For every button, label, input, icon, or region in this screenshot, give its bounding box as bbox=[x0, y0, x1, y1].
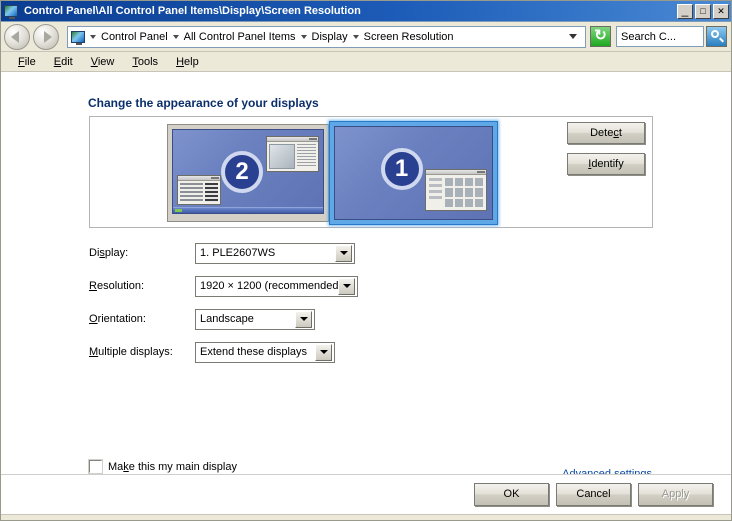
monitor-1-screen: 1 bbox=[334, 126, 493, 220]
breadcrumb-bar[interactable]: Control Panel All Control Panel Items Di… bbox=[67, 25, 586, 48]
monitor-1[interactable]: 1 bbox=[329, 121, 498, 225]
menu-file[interactable]: File bbox=[9, 54, 45, 70]
breadcrumb-item-screen-resolution[interactable]: Screen Resolution bbox=[362, 31, 456, 43]
apply-button[interactable]: Apply bbox=[638, 483, 713, 506]
menu-help-label: elp bbox=[184, 55, 199, 68]
resolution-label: Resolution: bbox=[89, 280, 145, 292]
row-resolution: Resolution: 1920 × 1200 (recommended) bbox=[89, 275, 489, 297]
document-window-icon bbox=[266, 136, 319, 172]
display-label: Display: bbox=[89, 247, 129, 259]
monitor-1-number: 1 bbox=[380, 148, 423, 190]
main-content: Change the appearance of your displays 2 bbox=[1, 72, 731, 474]
close-icon: ✕ bbox=[717, 5, 725, 16]
chevron-down-icon[interactable] bbox=[338, 277, 355, 295]
breadcrumb-item-display[interactable]: Display bbox=[310, 31, 350, 43]
preview-action-buttons: Detect Identify bbox=[567, 122, 645, 175]
menu-help[interactable]: Help bbox=[167, 54, 208, 70]
window-title: Control Panel\All Control Panel Items\Di… bbox=[24, 5, 361, 17]
back-button[interactable] bbox=[4, 23, 30, 50]
monitor-2[interactable]: 2 bbox=[167, 124, 329, 222]
address-bar: Control Panel All Control Panel Items Di… bbox=[1, 22, 731, 52]
minimize-button[interactable]: _ bbox=[677, 2, 693, 19]
monitor-2-screen: 2 bbox=[172, 129, 324, 214]
cancel-button[interactable]: Cancel bbox=[556, 483, 631, 506]
chevron-down-icon[interactable] bbox=[295, 310, 312, 328]
menu-tools-label: ools bbox=[137, 55, 159, 68]
chevron-down-icon[interactable] bbox=[315, 343, 332, 361]
chevron-down-icon[interactable] bbox=[335, 244, 352, 262]
breadcrumb-item-control-panel[interactable]: Control Panel bbox=[99, 31, 170, 43]
back-arrow-icon bbox=[11, 30, 19, 43]
breadcrumb-chevron-icon[interactable] bbox=[300, 34, 307, 39]
advanced-settings-link[interactable]: Advanced settings bbox=[562, 468, 652, 474]
status-strip bbox=[1, 514, 731, 520]
menu-view[interactable]: View bbox=[82, 54, 124, 70]
breadcrumb-control-panel-icon bbox=[71, 30, 85, 45]
identify-button[interactable]: Identify bbox=[567, 153, 645, 175]
multiple-displays-label: Multiple displays: bbox=[89, 346, 173, 358]
row-display: Display: 1. PLE2607WS bbox=[89, 242, 489, 264]
display-select-value: 1. PLE2607WS bbox=[200, 247, 276, 259]
main-display-checkbox[interactable] bbox=[88, 459, 103, 474]
maximize-button[interactable]: □ bbox=[695, 3, 711, 19]
menu-tools[interactable]: Tools bbox=[123, 54, 167, 70]
search-box[interactable] bbox=[616, 26, 704, 47]
menu-bar: File Edit View Tools Help bbox=[1, 52, 731, 72]
main-display-checkbox-label: Make this my main display bbox=[108, 460, 237, 473]
row-multiple-displays: Multiple displays: Extend these displays bbox=[89, 341, 489, 363]
detect-button[interactable]: Detect bbox=[567, 122, 645, 144]
multiple-displays-select-value: Extend these displays bbox=[200, 346, 308, 358]
grid-window-icon bbox=[425, 169, 487, 211]
menu-file-label: ile bbox=[24, 55, 36, 68]
forward-button[interactable] bbox=[33, 23, 59, 50]
orientation-select-value: Landscape bbox=[200, 313, 254, 325]
main-display-checkbox-row[interactable]: Make this my main display bbox=[88, 459, 237, 474]
search-icon[interactable] bbox=[706, 26, 727, 47]
page-title: Change the appearance of your displays bbox=[88, 96, 319, 110]
refresh-button[interactable] bbox=[590, 26, 611, 47]
display-monitor-icon bbox=[4, 4, 20, 19]
orientation-select[interactable]: Landscape bbox=[195, 308, 315, 330]
close-button[interactable]: ✕ bbox=[713, 3, 729, 19]
monitor-2-taskbar bbox=[173, 207, 323, 213]
display-settings-form: Display: 1. PLE2607WS Resolution: 1920 ×… bbox=[89, 242, 489, 374]
maximize-icon: □ bbox=[700, 5, 706, 16]
multiple-displays-select[interactable]: Extend these displays bbox=[195, 341, 335, 363]
orientation-label: Orientation: bbox=[89, 313, 146, 325]
breadcrumb-item-all-control-panel-items[interactable]: All Control Panel Items bbox=[182, 31, 298, 43]
ok-button[interactable]: OK bbox=[474, 483, 549, 506]
dialog-footer: OK Cancel Apply bbox=[1, 474, 731, 514]
row-orientation: Orientation: Landscape bbox=[89, 308, 489, 330]
list-window-icon bbox=[177, 175, 221, 205]
breadcrumb-chevron-icon[interactable] bbox=[352, 34, 359, 39]
title-bar: Control Panel\All Control Panel Items\Di… bbox=[1, 1, 731, 22]
menu-edit-label: dit bbox=[61, 55, 73, 68]
menu-view-label: iew bbox=[97, 55, 115, 68]
menu-edit[interactable]: Edit bbox=[45, 54, 82, 70]
caption-button-group: _ □ ✕ bbox=[677, 2, 729, 19]
search-input[interactable] bbox=[621, 30, 703, 43]
monitor-2-number: 2 bbox=[221, 150, 263, 193]
breadcrumb-chevron-icon[interactable] bbox=[90, 34, 96, 39]
forward-arrow-icon bbox=[44, 30, 52, 43]
breadcrumb-history-chevron-down-icon[interactable] bbox=[569, 34, 577, 39]
resolution-select[interactable]: 1920 × 1200 (recommended) bbox=[195, 275, 358, 297]
breadcrumb-chevron-icon[interactable] bbox=[172, 34, 179, 39]
screen-resolution-window: Control Panel\All Control Panel Items\Di… bbox=[0, 0, 732, 521]
resolution-select-value: 1920 × 1200 (recommended) bbox=[200, 280, 338, 292]
minimize-icon: _ bbox=[681, 2, 689, 17]
display-select[interactable]: 1. PLE2607WS bbox=[195, 242, 355, 264]
